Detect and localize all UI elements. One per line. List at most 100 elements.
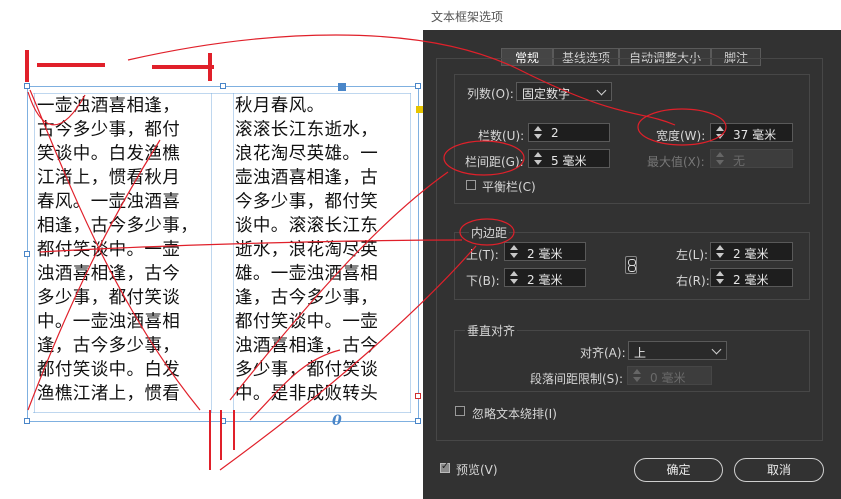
gutter-label: 栏间距(G):	[465, 155, 524, 169]
paragraph-spacing-limit-value: 0 毫米	[650, 371, 686, 385]
text-line: 浊酒喜相逢，古今	[235, 336, 379, 356]
vertical-justification-label: 垂直对齐	[465, 322, 518, 339]
column-width-label: 宽度(W):	[656, 129, 706, 143]
chevron-down-icon	[596, 85, 607, 96]
stepper-icon[interactable]	[714, 244, 726, 259]
text-line: 都付笑谈中。白发	[37, 360, 181, 380]
text-line: 多少事，都付笑谈	[235, 360, 379, 380]
column-count-field[interactable]: 2	[528, 123, 610, 142]
link-chain-icon[interactable]	[625, 256, 637, 274]
text-line: 谈中。滚滚长江东	[235, 216, 379, 236]
dialog-titlebar[interactable]: 文本框架选项	[423, 0, 841, 30]
column-width-value: 37 毫米	[733, 128, 777, 142]
stepper-icon[interactable]	[714, 125, 726, 140]
column2-right-guide	[410, 93, 411, 413]
max-width-value: 无	[733, 154, 746, 168]
annotation-bracket-left-horizontal	[37, 63, 105, 67]
columns-type-label: 列数(O):	[467, 87, 514, 101]
inset-right-value: 2 毫米	[733, 273, 769, 287]
text-column-2: 秋月春风。 滚滚长江东逝水， 浪花淘尽英雄。一 壶浊酒喜相逢，古 今多少事，都付笑 谈中。…	[235, 94, 378, 406]
frame-handle-top-left[interactable]	[24, 83, 30, 89]
text-line: 都付笑谈中。一壶	[37, 240, 181, 260]
text-line: 雄。一壶浊酒喜相	[235, 264, 379, 284]
annotation-tick-3	[233, 410, 235, 450]
inset-bottom-value: 2 毫米	[527, 273, 563, 287]
column2-left-guide	[233, 93, 234, 413]
text-column-1: 一壶浊酒喜相逢， 古今多少事，都付 笑谈中。白发渔樵 江渚上，惯看秋月 春风。一壶浊酒喜…	[37, 94, 198, 406]
columns-type-value: 固定数字	[522, 87, 571, 101]
annotation-tick-1	[209, 410, 211, 470]
dialog-title: 文本框架选项	[431, 10, 504, 24]
annotation-bracket-right-horizontal	[152, 65, 214, 69]
inset-left-value: 2 毫米	[733, 247, 769, 261]
align-select[interactable]: 上	[628, 341, 727, 360]
inset-bottom-guide	[33, 412, 411, 413]
frame-handle-top-middle[interactable]	[220, 83, 226, 89]
text-line: 中。是非成败转头	[235, 384, 379, 404]
paragraph-spacing-limit-field: 0 毫米	[627, 366, 712, 385]
text-line: 逝水，浪花淘尽英	[235, 240, 379, 260]
gutter-field[interactable]: 5 毫米	[528, 149, 610, 168]
text-line: 今多少事，都付笑	[235, 192, 379, 212]
text-line: 相逢，古今多少事，	[37, 216, 199, 236]
frame-handle-bottom-left[interactable]	[24, 418, 30, 424]
text-line: 都付笑谈中。一壶	[235, 312, 379, 332]
frame-handle-bottom-right[interactable]	[415, 418, 421, 424]
column1-left-guide	[34, 93, 35, 413]
stepper-icon[interactable]	[532, 125, 544, 140]
frame-handle-top-right[interactable]	[415, 83, 421, 89]
text-line: 滚滚长江东逝水，	[235, 120, 379, 140]
inset-group-label: 内边距	[469, 224, 510, 241]
ignore-text-wrap-checkbox[interactable]	[455, 406, 465, 416]
column-width-field[interactable]: 37 毫米	[710, 123, 793, 142]
text-line: 渔樵江渚上，惯看	[37, 384, 181, 404]
columns-type-select[interactable]: 固定数字	[516, 82, 612, 101]
inset-bottom-label: 下(B):	[466, 274, 500, 288]
text-line: 笑谈中。白发渔樵	[37, 144, 181, 164]
text-line: 逢，古今多少事，	[37, 336, 181, 356]
align-label: 对齐(A):	[580, 346, 626, 360]
stepper-icon[interactable]	[714, 270, 726, 285]
stepper-icon	[714, 151, 726, 166]
annotation-tick-2	[220, 410, 222, 460]
inset-left-field[interactable]: 2 毫米	[710, 242, 793, 261]
preview-checkbox[interactable]	[440, 461, 450, 473]
text-frame-options-dialog: 文本框架选项 常规 基线选项 自动调整大小 脚注 列数(O): 固定数字 栏数(…	[423, 0, 841, 499]
inset-top-field[interactable]: 2 毫米	[504, 242, 586, 261]
text-line: 多少事，都付笑谈	[37, 288, 181, 308]
column1-right-guide	[211, 93, 212, 413]
text-line: 古今多少事，都付	[37, 120, 181, 140]
preview-label: 预览(V)	[456, 463, 498, 477]
ok-button[interactable]: 确定	[634, 458, 723, 482]
inset-right-label: 右(R):	[676, 274, 710, 288]
document-canvas[interactable]: 一壶浊酒喜相逢， 古今多少事，都付 笑谈中。白发渔樵 江渚上，惯看秋月 春风。一壶浊酒喜…	[0, 0, 425, 499]
text-line: 一壶浊酒喜相逢，	[37, 96, 181, 116]
stepper-icon[interactable]	[532, 151, 544, 166]
inset-bottom-field[interactable]: 2 毫米	[504, 268, 586, 287]
gutter-value: 5 毫米	[551, 154, 587, 168]
text-line: 壶浊酒喜相逢，古	[235, 168, 379, 188]
frame-in-port[interactable]	[338, 83, 346, 91]
text-line: 浊酒喜相逢，古今	[37, 264, 181, 284]
max-width-field: 无	[710, 149, 793, 168]
text-line: 中。一壶浊酒喜相	[37, 312, 181, 332]
inset-right-field[interactable]: 2 毫米	[710, 268, 793, 287]
paragraph-spacing-limit-label: 段落间距限制(S):	[530, 372, 624, 386]
balance-columns-checkbox[interactable]	[466, 180, 476, 190]
align-value: 上	[634, 346, 647, 360]
column-count-value: 2	[551, 126, 559, 140]
text-frame-right-edge	[418, 86, 419, 422]
text-line: 逢，古今多少事，	[235, 288, 379, 308]
inset-top-label: 上(T):	[466, 248, 499, 262]
frame-out-port[interactable]	[415, 393, 421, 399]
stepper-icon[interactable]	[508, 244, 520, 259]
frame-handle-middle-left[interactable]	[24, 251, 30, 257]
yellow-corner-marker[interactable]	[416, 106, 423, 113]
ignore-text-wrap-label: 忽略文本绕排(I)	[472, 407, 557, 421]
overflow-marker: 0	[332, 413, 342, 429]
stepper-icon[interactable]	[508, 270, 520, 285]
text-line: 秋月春风。	[235, 96, 325, 116]
chevron-down-icon	[711, 344, 722, 355]
cancel-button[interactable]: 取消	[734, 458, 824, 482]
balance-columns-label: 平衡栏(C)	[482, 180, 536, 194]
